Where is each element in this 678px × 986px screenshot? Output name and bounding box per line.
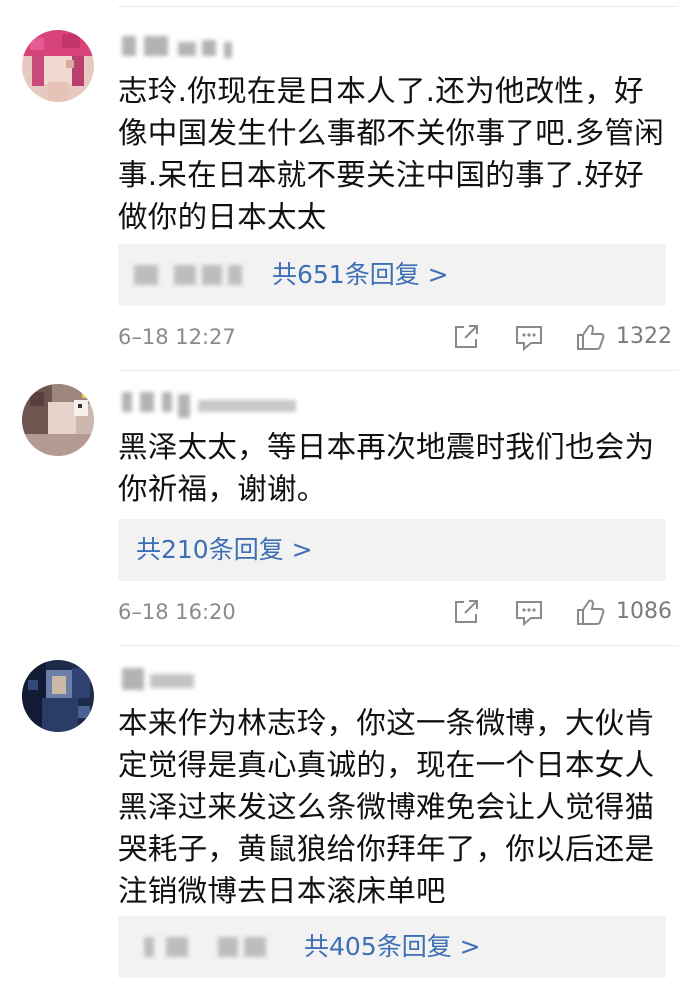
comment-divider [118,370,678,371]
reply-count-link[interactable]: 共210条回复 > [136,519,313,581]
share-icon[interactable] [452,323,482,351]
comment-icon[interactable] [514,598,544,626]
comment-text: 志玲.你现在是日本人了.还为他改性，好像中国发生什么事都不关你事了吧.多管闲事.… [118,74,665,234]
reply-preview[interactable]: 共651条回复 > [118,244,666,306]
comment-footer: 6–18 16:20 1086 [118,592,672,632]
comment-icon[interactable] [514,323,544,351]
reply-preview[interactable]: 共405条回复 > [118,916,666,978]
avatar[interactable] [22,30,94,102]
timestamp: 6–18 16:20 [118,600,236,624]
comment-footer: 6–18 12:27 1322 [118,317,672,357]
reply-count-link[interactable]: 共651条回复 > [272,244,449,306]
thumbs-up-icon[interactable] [576,598,606,626]
username[interactable] [118,390,378,418]
reply-preview[interactable]: 共210条回复 > [118,519,666,581]
comment-text: 黑泽太太，等日本再次地震时我们也会为你祈福，谢谢。 [118,430,655,506]
username[interactable] [118,664,378,690]
avatar[interactable] [22,384,94,456]
reply-count-link[interactable]: 共405条回复 > [304,916,481,978]
comment-text: 本来作为林志玲，你这一条微博，大伙肯定觉得是真心真诚的，现在一个日本女人黑泽过来… [118,706,655,908]
timestamp: 6–18 12:27 [118,325,236,349]
share-icon[interactable] [452,598,482,626]
comment-divider [118,645,678,646]
like-count: 1322 [616,324,672,349]
avatar[interactable] [22,660,94,732]
top-divider [118,6,678,7]
username[interactable] [118,34,378,60]
thumbs-up-icon[interactable] [576,323,606,351]
like-count: 1086 [616,599,672,624]
